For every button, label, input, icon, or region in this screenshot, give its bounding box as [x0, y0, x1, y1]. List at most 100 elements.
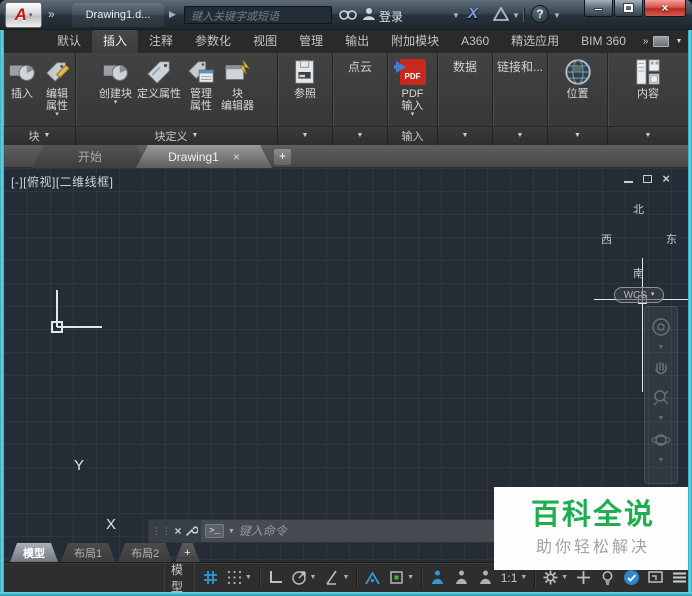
dropdown-arrow-icon[interactable]: ▼: [245, 574, 252, 581]
panel-link-extract-footer[interactable]: ▼: [493, 126, 547, 145]
file-tab-drawing1[interactable]: Drawing1 ×: [136, 145, 272, 168]
zoom-icon[interactable]: [651, 388, 671, 408]
panel-location-footer[interactable]: ▼: [548, 126, 607, 145]
manage-attributes-button[interactable]: 管理 属性: [184, 55, 218, 113]
drag-grip-icon[interactable]: ⋮⋮: [152, 526, 172, 537]
ribbon-display-toggle-icon[interactable]: [653, 36, 669, 47]
search-input[interactable]: [185, 9, 331, 25]
tab-view[interactable]: 视图: [242, 30, 288, 53]
pan-hand-icon[interactable]: [651, 359, 671, 379]
dropdown-arrow-icon[interactable]: ▼: [310, 574, 317, 581]
tab-annotate[interactable]: 注释: [138, 30, 184, 53]
attach-reference-button[interactable]: 参照: [288, 55, 322, 101]
chevron-down-icon[interactable]: ▼: [452, 11, 460, 20]
tab-bim360[interactable]: BIM 360: [570, 30, 637, 53]
annotation-monitor-button[interactable]: [575, 569, 592, 586]
annotation-visibility-toggle[interactable]: [429, 569, 446, 586]
dropdown-arrow-icon[interactable]: ▼: [561, 574, 568, 581]
minimize-button[interactable]: [584, 0, 613, 17]
new-drawing-tab-button[interactable]: +: [274, 149, 291, 165]
dropdown-arrow-icon[interactable]: ▼: [342, 574, 349, 581]
compass-south-label[interactable]: 南: [633, 265, 644, 281]
viewport-minimize-icon[interactable]: [624, 181, 633, 183]
content-button[interactable]: 内容: [631, 55, 665, 101]
sign-in-button[interactable]: 登录: [379, 8, 403, 25]
tab-manage[interactable]: 管理: [288, 30, 334, 53]
panel-block-definition-footer[interactable]: 块定义 ▼: [76, 126, 277, 145]
tab-a360[interactable]: A360: [450, 30, 500, 53]
navigation-wheel-icon[interactable]: [651, 317, 671, 337]
dropdown-arrow-icon[interactable]: ▼: [658, 346, 665, 350]
isometric-drafting-toggle[interactable]: ▼: [323, 569, 349, 586]
tab-addins[interactable]: 附加模块: [380, 30, 450, 53]
exchange-apps-icon[interactable]: X: [468, 5, 478, 22]
tab-output[interactable]: 输出: [334, 30, 380, 53]
close-button[interactable]: ×: [644, 0, 686, 17]
object-snap-toggle[interactable]: ▼: [388, 569, 414, 586]
customization-button[interactable]: [671, 569, 688, 586]
maximize-button[interactable]: [614, 0, 643, 17]
dropdown-arrow-icon[interactable]: ▼: [658, 459, 665, 463]
help-button[interactable]: ?: [531, 5, 549, 23]
compass-east-label[interactable]: 东: [666, 231, 677, 247]
command-prompt-icon[interactable]: >_: [205, 524, 224, 538]
quick-access-expand-button[interactable]: »: [48, 7, 54, 21]
workspace-switching-button[interactable]: ▼: [542, 569, 568, 586]
define-attributes-button[interactable]: 定义属性: [135, 55, 183, 101]
graphics-performance-button[interactable]: [623, 569, 640, 586]
annotation-scale-icon-button[interactable]: [477, 569, 494, 586]
wcs-dropdown-button[interactable]: WCS ▾: [614, 287, 664, 303]
clean-screen-button[interactable]: [647, 569, 664, 586]
command-input[interactable]: [239, 524, 494, 538]
customize-wrench-icon[interactable]: [184, 524, 198, 538]
panel-content-footer[interactable]: ▼: [608, 126, 688, 145]
object-snap-tracking-toggle[interactable]: [364, 569, 381, 586]
compass-west-label[interactable]: 西: [601, 231, 612, 247]
chevron-down-icon[interactable]: ▼: [553, 11, 561, 20]
tab-layout1[interactable]: 布局1: [61, 543, 115, 562]
navigation-bar[interactable]: ▼ ▼ ▼: [644, 306, 678, 484]
pdf-import-button[interactable]: PDF PDF 输入 ▾: [398, 55, 428, 119]
data-button[interactable]: 数据: [438, 58, 492, 75]
chevron-down-icon[interactable]: ▼: [512, 11, 520, 20]
chevron-down-icon[interactable]: ▼: [675, 38, 682, 45]
create-block-button[interactable]: 创建块 ▾: [97, 55, 134, 107]
block-editor-button[interactable]: 块 编辑器: [219, 55, 256, 113]
orbit-icon[interactable]: [651, 430, 671, 450]
edit-attribute-button[interactable]: 编辑 属性 ▾: [40, 55, 74, 119]
application-menu-button[interactable]: A ▾: [5, 2, 42, 28]
tab-model[interactable]: 模型: [10, 543, 58, 562]
panel-reference-footer[interactable]: ▼: [278, 126, 332, 145]
tab-home[interactable]: 默认: [46, 30, 92, 53]
tab-overflow-icon[interactable]: »: [643, 36, 648, 47]
panel-import-footer[interactable]: 输入: [388, 126, 437, 145]
tab-insert[interactable]: 插入: [92, 30, 138, 53]
close-command-line-icon[interactable]: ×: [174, 524, 181, 538]
snap-mode-toggle[interactable]: ▼: [226, 569, 252, 586]
viewport-close-icon[interactable]: ×: [662, 173, 670, 185]
annotation-autoscale-toggle[interactable]: [453, 569, 470, 586]
viewport-restore-icon[interactable]: [643, 175, 652, 183]
tab-featured-apps[interactable]: 精选应用: [500, 30, 570, 53]
a360-icon[interactable]: [493, 7, 509, 26]
link-extract-button[interactable]: 链接和...: [493, 58, 547, 75]
dropdown-arrow-icon[interactable]: ▼: [407, 574, 414, 581]
isolate-objects-button[interactable]: [599, 569, 616, 586]
viewport-controls-label[interactable]: [-][俯视][二维线框]: [11, 173, 114, 190]
ortho-mode-toggle[interactable]: [267, 569, 284, 586]
annotation-scale-value[interactable]: 1:1 ▼: [501, 571, 528, 585]
tab-parametric[interactable]: 参数化: [184, 30, 242, 53]
polar-tracking-toggle[interactable]: ▼: [291, 569, 317, 586]
compass-north-label[interactable]: 北: [633, 201, 644, 217]
file-tab-start[interactable]: 开始: [32, 145, 148, 168]
panel-data-footer[interactable]: ▼: [438, 126, 492, 145]
dropdown-arrow-icon[interactable]: ▼: [228, 528, 235, 535]
panel-block-footer[interactable]: 块 ▼: [4, 126, 75, 145]
grid-display-toggle[interactable]: [202, 569, 219, 586]
point-cloud-button[interactable]: 点云: [333, 58, 387, 75]
search-binoculars-icon[interactable]: [339, 6, 357, 26]
insert-block-button[interactable]: 插入: [5, 55, 39, 101]
dropdown-arrow-icon[interactable]: ▼: [658, 417, 665, 421]
close-tab-icon[interactable]: ×: [233, 150, 240, 164]
model-space-toggle[interactable]: 模型: [164, 557, 195, 596]
